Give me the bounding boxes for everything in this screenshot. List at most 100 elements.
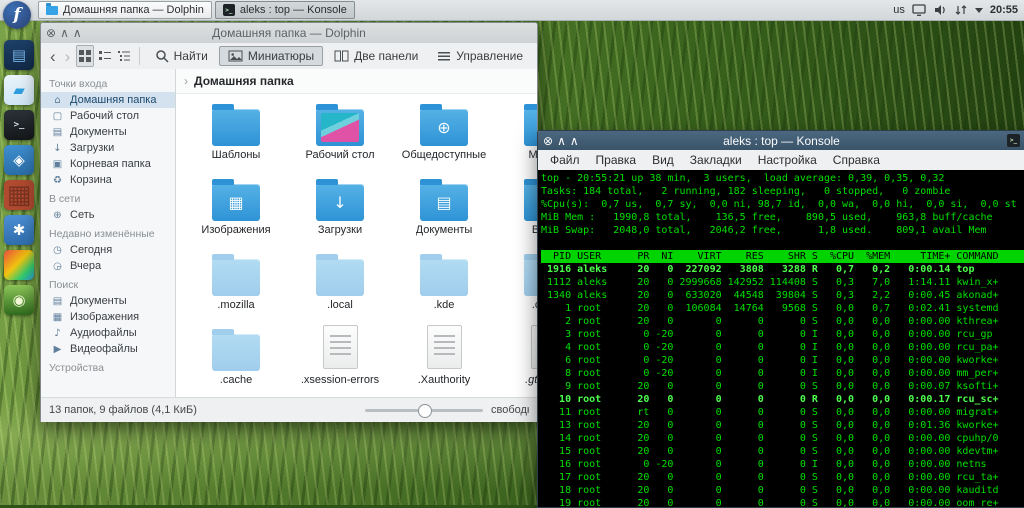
tray-expander-caret-icon[interactable] (975, 8, 983, 13)
file-item[interactable]: Рабочий стол (288, 98, 392, 173)
dock-item-paint-app[interactable] (4, 250, 34, 280)
thumbnails-button[interactable]: Миниатюры (219, 46, 323, 66)
place-item[interactable]: ▤Документы (41, 293, 175, 309)
keep-above-icon[interactable]: ∧ (557, 135, 566, 147)
dolphin-window: ⊗ ∧ ∧ Домашняя папка — Dolphin ‹ › (40, 22, 538, 422)
control-button[interactable]: Управление (429, 47, 531, 65)
file-item[interactable]: .config (496, 248, 537, 323)
clock[interactable]: 20:55 (990, 4, 1018, 16)
taskbar-button[interactable]: Домашняя папка — Dolphin (38, 1, 212, 19)
breadcrumb-home[interactable]: Домашняя папка (194, 74, 294, 88)
breadcrumb: › Домашняя папка (176, 69, 537, 94)
search-icon (155, 49, 169, 63)
keep-above-icon[interactable]: ∧ (60, 27, 69, 39)
terminal-summary-line: top - 20:55:21 up 38 min, 3 users, load … (541, 172, 1024, 185)
place-item[interactable]: ↓Загрузки (41, 140, 175, 156)
file-item[interactable]: Шаблоны (184, 98, 288, 173)
back-button[interactable]: ‹ (47, 48, 59, 65)
split-view-button[interactable]: Две панели (326, 47, 426, 65)
dock-item-file-manager[interactable]: ▤ (4, 40, 34, 70)
file-icon-box: ↓ (316, 173, 364, 221)
dock-item-photos[interactable]: ◉ (4, 285, 34, 315)
place-item[interactable]: ⊕Сеть (41, 207, 175, 223)
file-item[interactable]: ▦Изображения (184, 173, 288, 248)
file-view[interactable]: ШаблоныРабочий стол⊕Общедоступные ♪ Музыка… (176, 94, 537, 397)
compact-view-button[interactable] (97, 46, 113, 66)
dock-item-terminal[interactable]: >_ (4, 110, 34, 140)
forward-button[interactable]: › (62, 48, 74, 65)
thumbnails-label: Миниатюры (248, 49, 314, 63)
file-document-icon (427, 325, 462, 369)
file-item[interactable]: ⊕Общедоступные (392, 98, 496, 173)
place-item[interactable]: ▢Рабочий стол (41, 108, 175, 124)
place-item[interactable]: ♻Корзина (41, 172, 175, 188)
file-icon-box: ♪ (524, 98, 537, 146)
place-item[interactable]: ▣Корневая папка (41, 156, 175, 172)
maximize-icon[interactable]: ∧ (73, 27, 82, 39)
file-label: Музыка (529, 149, 537, 161)
terminal-process-row: 16 root 0 -20 0 0 0 I 0,0 0,0 0:00.00 ne… (541, 458, 1024, 471)
file-item[interactable]: ↓Загрузки (288, 173, 392, 248)
place-item[interactable]: ◷Сегодня (41, 242, 175, 258)
terminal-process-row: 1 root 20 0 106084 14764 9568 S 0,0 0,7 … (541, 302, 1024, 315)
file-item[interactable]: .cache (184, 323, 288, 397)
place-yesterday-icon: ◶ (51, 261, 64, 272)
place-label: Сегодня (70, 244, 112, 256)
menu-item[interactable]: Файл (542, 153, 588, 167)
file-item[interactable]: ▶Видео (496, 173, 537, 248)
dolphin-titlebar[interactable]: ⊗ ∧ ∧ Домашняя папка — Dolphin (41, 23, 537, 43)
file-item[interactable]: .xsession-errors (288, 323, 392, 397)
konsole-app-icon: >_ (1007, 134, 1020, 147)
maximize-icon[interactable]: ∧ (570, 135, 579, 147)
volume-icon[interactable] (933, 3, 947, 17)
place-item[interactable]: ▤Документы (41, 124, 175, 140)
file-item[interactable]: .mozilla (184, 248, 288, 323)
display-icon[interactable] (912, 3, 926, 17)
file-grid: ШаблоныРабочий стол⊕Общедоступные ♪ Музыка… (184, 98, 537, 397)
application-launcher-fedora-icon[interactable]: f (3, 1, 31, 29)
terminal-process-row: 17 root 20 0 0 0 0 S 0,0 0,0 0:00.00 rcu… (541, 471, 1024, 484)
terminal-process-row: 2 root 20 0 0 0 0 S 0,0 0,0 0:00.00 kthr… (541, 315, 1024, 328)
file-item[interactable]: .kde (392, 248, 496, 323)
file-icon-box (212, 323, 260, 371)
konsole-titlebar[interactable]: ⊗ ∧ ∧ aleks : top — Konsole >_ (538, 131, 1024, 150)
folder-icon (420, 259, 468, 296)
zoom-slider[interactable] (365, 403, 483, 417)
place-document-icon: ▤ (51, 296, 64, 307)
place-item[interactable]: ▶Видеофайлы (41, 341, 175, 357)
terminal[interactable]: top - 20:55:21 up 38 min, 3 users, load … (538, 170, 1024, 507)
menu-item[interactable]: Вид (644, 153, 682, 167)
file-item[interactable]: .gtkrc-2.0 (496, 323, 537, 397)
close-icon[interactable]: ⊗ (46, 27, 56, 39)
menu-item[interactable]: Настройка (750, 153, 825, 167)
menu-item[interactable]: Правка (588, 153, 645, 167)
place-item[interactable]: ⌂Домашняя папка (41, 92, 175, 108)
place-item[interactable]: ◶Вчера (41, 258, 175, 274)
file-item[interactable]: .Xauthority (392, 323, 496, 397)
close-icon[interactable]: ⊗ (543, 135, 553, 147)
zoom-slider-knob[interactable] (418, 404, 432, 418)
place-item[interactable]: ♪Аудиофайлы (41, 325, 175, 341)
file-label: Документы (416, 224, 473, 236)
dock-item-system-settings[interactable]: ✱ (4, 215, 34, 245)
network-icon[interactable] (954, 3, 968, 17)
menu-item[interactable]: Справка (825, 153, 888, 167)
discover-icon: ◈ (13, 153, 25, 168)
dock-item-firewall[interactable]: ▦ (4, 180, 34, 210)
icons-view-button[interactable] (76, 45, 94, 67)
file-label: Изображения (201, 224, 270, 236)
keyboard-layout-indicator[interactable]: us (893, 4, 905, 16)
terminal-process-row: 4 root 0 -20 0 0 0 I 0,0 0,0 0:00.00 rcu… (541, 341, 1024, 354)
details-view-button[interactable] (116, 46, 132, 66)
menu-item[interactable]: Закладки (682, 153, 750, 167)
file-item[interactable]: .local (288, 248, 392, 323)
dock-item-discover[interactable]: ◈ (4, 145, 34, 175)
place-item[interactable]: ▦Изображения (41, 309, 175, 325)
terminal-summary-line: %Cpu(s): 0,7 us, 0,7 sy, 0,0 ni, 98,7 id… (541, 198, 1024, 211)
taskbar-button[interactable]: >_aleks : top — Konsole (215, 1, 355, 19)
find-button[interactable]: Найти (147, 47, 216, 65)
file-item[interactable]: ▤Документы (392, 173, 496, 248)
dock-item-dolphin-folder[interactable]: ▰ (4, 75, 34, 105)
terminal-process-row: 15 root 20 0 0 0 0 S 0,0 0,0 0:00.00 kde… (541, 445, 1024, 458)
file-item[interactable]: ♪ Музыка (496, 98, 537, 173)
